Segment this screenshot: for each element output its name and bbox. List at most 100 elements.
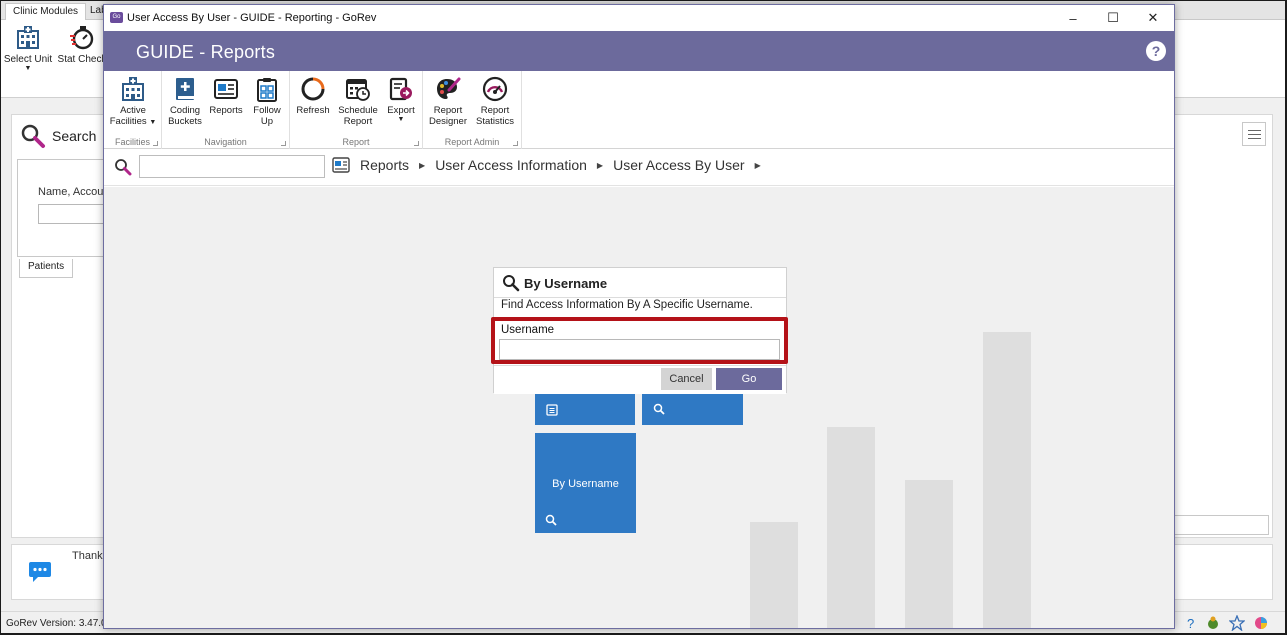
group-launcher-icon[interactable] — [153, 141, 158, 146]
active-facilities-button[interactable]: Active Facilities ▼ — [108, 76, 158, 128]
app-title: GUIDE - Reports — [136, 42, 276, 62]
follow-up-button[interactable]: Follow Up — [248, 76, 286, 127]
background-text-field[interactable] — [1171, 515, 1269, 535]
ribbon-group-label: Navigation — [204, 137, 247, 147]
chevron-right-icon: ▶ — [596, 160, 604, 170]
ribbon-group-report: Refresh Schedule Report Export ▼ Report — [290, 71, 423, 149]
ribbon-group-navigation: Coding Buckets Reports Follow Up Navigat… — [162, 71, 290, 149]
tab-clinic-modules[interactable]: Clinic Modules — [5, 3, 87, 20]
palette-icon — [437, 77, 461, 99]
breadcrumb-item-user-access-information[interactable]: User Access Information — [435, 157, 587, 173]
report-content-area: By Username By Username Find Access Info… — [104, 187, 1174, 628]
refresh-button[interactable]: Refresh — [293, 76, 333, 116]
chat-message: Thank — [72, 550, 103, 562]
chevron-right-icon: ▶ — [419, 160, 426, 170]
report-designer-button[interactable]: Report Designer — [428, 76, 468, 127]
maximize-button[interactable]: ☐ — [1093, 5, 1133, 31]
export-button[interactable]: Export ▼ — [383, 76, 419, 123]
group-launcher-icon[interactable] — [414, 141, 419, 146]
export-label: Export — [387, 105, 415, 116]
cancel-button[interactable]: Cancel — [661, 368, 712, 390]
hospital-icon — [122, 77, 144, 101]
stat-check-button[interactable]: Stat Check — [55, 24, 109, 65]
group-launcher-icon[interactable] — [513, 141, 518, 146]
stopwatch-icon — [70, 26, 94, 50]
help-icon[interactable]: ? — [1146, 41, 1166, 61]
stat-check-label: Stat Check — [57, 54, 107, 65]
reports-icon — [214, 79, 238, 99]
group-launcher-icon[interactable] — [281, 141, 286, 146]
dialog-footer: Cancel Go — [494, 365, 786, 394]
refresh-icon — [301, 77, 325, 101]
schedule-report-label-2: Report — [343, 116, 373, 127]
decorative-bar — [983, 332, 1031, 628]
window-titlebar[interactable]: Go User Access By User - GUIDE - Reporti… — [104, 5, 1174, 31]
breadcrumb-item-reports[interactable]: Reports — [360, 157, 409, 173]
calendar-clock-icon — [346, 79, 370, 101]
search-title: Search — [52, 128, 97, 144]
go-button[interactable]: Go — [716, 368, 782, 390]
search-icon — [115, 159, 132, 176]
reports-icon — [332, 157, 350, 173]
follow-up-label-2: Up — [260, 116, 274, 127]
app-header: GUIDE - Reports ? — [104, 31, 1174, 71]
ribbon-group-facilities: Active Facilities ▼ Facilities — [104, 71, 162, 149]
active-facilities-label: Active — [120, 105, 146, 116]
version-label: GoRev Version: 3.47.0 — [6, 618, 107, 629]
ribbon-group-label: Report Admin — [444, 137, 500, 147]
minimize-button[interactable]: – — [1053, 5, 1093, 31]
report-designer-label: Report — [433, 105, 463, 116]
decorative-bar — [905, 480, 953, 628]
report-tile-list[interactable] — [535, 394, 635, 425]
report-tile-by-username[interactable]: By Username — [535, 433, 636, 533]
dialog-divider — [494, 297, 786, 298]
report-tile-search[interactable] — [642, 394, 743, 425]
dialog-description: Find Access Information By A Specific Us… — [501, 299, 753, 311]
clipboard-icon — [257, 78, 277, 102]
gauge-icon — [482, 76, 508, 102]
name-account-label: Name, Accou — [38, 186, 104, 198]
report-designer-label-2: Designer — [428, 116, 468, 127]
star-icon[interactable] — [1229, 615, 1245, 631]
ribbon-toolbar: Active Facilities ▼ Facilities Coding Bu… — [104, 71, 1174, 149]
tile-label: By Username — [552, 478, 619, 490]
search-icon — [503, 275, 520, 292]
report-statistics-button[interactable]: Report Statistics — [473, 76, 517, 127]
document-icon — [546, 404, 558, 416]
color-wheel-icon[interactable] — [1253, 615, 1269, 631]
menu-icon[interactable] — [1242, 122, 1266, 146]
chat-bubble-icon[interactable] — [28, 561, 52, 583]
tab-patients[interactable]: Patients — [19, 259, 74, 278]
coding-buckets-button[interactable]: Coding Buckets — [166, 76, 204, 127]
window-title: User Access By User - GUIDE - Reporting … — [127, 12, 377, 24]
report-search-input[interactable] — [139, 155, 325, 178]
schedule-report-button[interactable]: Schedule Report — [336, 76, 380, 127]
hospital-icon — [17, 26, 39, 49]
follow-up-label: Follow — [253, 105, 281, 116]
chevron-right-icon: ▶ — [754, 160, 761, 170]
gorev-icon: Go — [110, 12, 123, 23]
select-unit-label: Select Unit — [3, 54, 53, 65]
select-unit-button[interactable]: Select Unit ▼ — [1, 24, 55, 72]
coding-buckets-label-2: Buckets — [168, 116, 202, 127]
reports-window: Go User Access By User - GUIDE - Reporti… — [103, 4, 1175, 629]
refresh-label: Refresh — [296, 105, 330, 116]
reports-button[interactable]: Reports — [206, 76, 246, 116]
username-field-highlight — [491, 317, 788, 364]
help-status-icon[interactable]: ? — [1183, 615, 1199, 631]
svg-text:?: ? — [1187, 616, 1194, 631]
dropdown-arrow-icon: ▼ — [397, 116, 405, 123]
decorative-bar — [827, 427, 875, 628]
ribbon-group-label: Report — [342, 137, 370, 147]
breadcrumb: Reports ▶ User Access Information ▶ User… — [332, 157, 765, 173]
bug-icon[interactable] — [1205, 615, 1221, 631]
decorative-bar — [750, 522, 798, 628]
breadcrumb-item-user-access-by-user[interactable]: User Access By User — [613, 157, 744, 173]
close-button[interactable]: ✕ — [1133, 5, 1173, 31]
coding-buckets-label: Coding — [169, 105, 201, 116]
schedule-report-label: Schedule — [338, 105, 378, 116]
search-header: Search — [20, 123, 96, 149]
report-statistics-label-2: Statistics — [475, 116, 514, 127]
search-icon — [653, 403, 665, 415]
navigation-bar: Reports ▶ User Access Information ▶ User… — [104, 150, 1174, 186]
